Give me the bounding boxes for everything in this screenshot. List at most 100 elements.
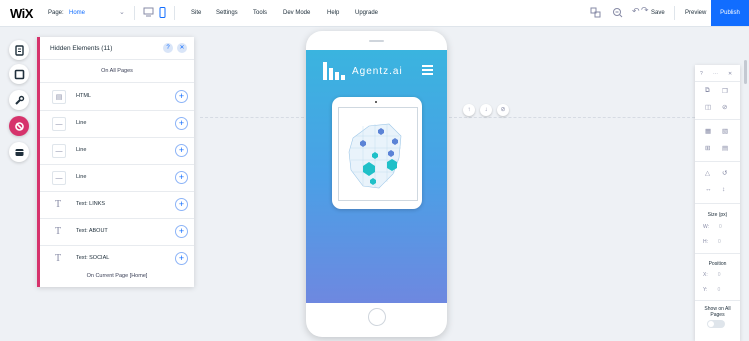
divider (695, 253, 740, 254)
save-button[interactable]: Save (651, 10, 665, 16)
brand-name[interactable]: Agentz.ai (352, 66, 403, 77)
tablet-image[interactable] (332, 97, 422, 209)
panel-header: Hidden Elements (11) ? ✕ (40, 37, 194, 60)
mobile-tools-button[interactable] (9, 142, 29, 162)
close-icon[interactable]: ✕ (177, 43, 187, 53)
hex-map-illustration (348, 123, 402, 189)
preview-button[interactable]: Preview (685, 10, 706, 16)
chevron-down-icon[interactable]: ⌄ (119, 8, 125, 16)
height-field[interactable]: H: 0 (703, 239, 721, 245)
show-item-button[interactable]: + (175, 171, 188, 184)
pages-icon (14, 44, 24, 56)
match-height-icon[interactable]: ↕ (722, 186, 725, 193)
hidden-elements-panel: Hidden Elements (11) ? ✕ On All Pages ▤ … (37, 37, 194, 287)
hide-icon[interactable]: ⊘ (497, 104, 509, 116)
x-value: 0 (717, 272, 721, 278)
move-down-icon[interactable]: ↓ (480, 104, 492, 116)
show-item-button[interactable]: + (175, 198, 188, 211)
position-label: Position (708, 261, 727, 267)
flip-icon[interactable]: △ (705, 169, 710, 177)
close-icon[interactable]: ✕ (728, 71, 732, 77)
y-label: Y: (703, 287, 708, 293)
copy-icon[interactable]: ⧉ (705, 87, 710, 95)
h-label: H: (703, 239, 708, 245)
wrench-icon (14, 95, 24, 105)
hidden-item-row[interactable]: T Text: LINKS + (40, 191, 194, 219)
hamburger-menu-icon[interactable] (422, 65, 433, 77)
hidden-item-row[interactable]: — Line + (40, 110, 194, 138)
inspector-panel: ? ⋯ ✕ ⧉ ❐ ◫ ⊘ ▦ ▧ ⊞ ▤ △ ↺ ↔ ↕ Size (px) … (695, 65, 740, 341)
y-field[interactable]: Y: 0 (703, 287, 720, 293)
hide-icon[interactable]: ⊘ (722, 103, 727, 111)
paste-icon[interactable]: ❐ (722, 87, 728, 95)
tablet-screen (338, 107, 418, 201)
distribute-icon[interactable]: ▤ (722, 144, 728, 152)
help-button[interactable]: ? (163, 43, 173, 53)
gridline (200, 117, 304, 119)
menu-help[interactable]: Help (327, 10, 339, 16)
divider (174, 6, 175, 20)
background-button[interactable] (9, 64, 29, 84)
menu-tools[interactable]: Tools (253, 10, 267, 16)
text-icon: T (52, 198, 64, 210)
page-selector[interactable]: Home (69, 10, 85, 16)
show-item-button[interactable]: + (175, 225, 188, 238)
duplicate-icon[interactable]: ◫ (705, 103, 711, 111)
undo-icon[interactable]: ↶ (632, 6, 640, 17)
menu-settings[interactable]: Settings (216, 10, 238, 16)
section-all-pages: On All Pages (40, 60, 194, 83)
desktop-icon[interactable] (143, 7, 154, 17)
publish-button[interactable]: Publish (711, 0, 749, 26)
w-label: W: (703, 224, 710, 230)
line-icon: — (52, 144, 66, 158)
help-icon[interactable]: ? (700, 71, 703, 77)
item-label: Text: ABOUT (76, 228, 108, 234)
redo-icon[interactable]: ↷ (641, 5, 649, 16)
move-up-icon[interactable]: ↑ (463, 104, 475, 116)
x-field[interactable]: X: 0 (703, 272, 721, 278)
phone-home-button (368, 308, 386, 326)
menu-dev-mode[interactable]: Dev Mode (283, 10, 310, 16)
mobile-icon[interactable] (159, 7, 166, 18)
scrollbar[interactable] (744, 60, 747, 84)
more-icon[interactable]: ⋯ (713, 71, 718, 77)
hidden-elements-button[interactable] (9, 116, 29, 136)
gridline (449, 117, 695, 119)
hidden-item-row[interactable]: T Text: ABOUT + (40, 218, 194, 246)
hidden-item-row[interactable]: ▤ HTML + (40, 83, 194, 111)
mobile-site-screen[interactable]: Agentz.ai (306, 50, 447, 303)
align-icon[interactable]: ⊞ (705, 144, 710, 152)
pages-button[interactable] (9, 40, 29, 60)
show-item-button[interactable]: + (175, 252, 188, 265)
square-icon (14, 69, 24, 79)
show-all-pages-toggle[interactable] (707, 320, 725, 328)
menu-site[interactable]: Site (191, 10, 201, 16)
show-all-pages-label: Show on All Pages (704, 306, 731, 318)
item-label: Text: LINKS (76, 201, 106, 207)
show-item-button[interactable]: + (175, 117, 188, 130)
hidden-item-row[interactable]: — Line + (40, 137, 194, 165)
show-item-button[interactable]: + (175, 144, 188, 157)
size-label: Size (px) (707, 212, 728, 218)
phone-speaker (369, 40, 384, 42)
show-item-button[interactable]: + (175, 90, 188, 103)
divider (695, 203, 740, 204)
y-value: 0 (717, 287, 721, 293)
menu-upgrade[interactable]: Upgrade (355, 10, 378, 16)
line-icon: — (52, 117, 66, 131)
hidden-item-row[interactable]: — Line + (40, 164, 194, 192)
width-field[interactable]: W: 0 (703, 224, 722, 230)
divider (695, 300, 740, 301)
wix-logo[interactable]: WiX (10, 6, 33, 21)
hidden-icon (14, 121, 24, 131)
zoom-icon[interactable] (612, 7, 623, 18)
brand-logo-icon[interactable] (323, 60, 347, 80)
arrange-icon[interactable]: ▦ (705, 127, 711, 135)
rotate-icon[interactable]: ↺ (722, 169, 727, 177)
match-width-icon[interactable]: ↔ (705, 186, 712, 193)
layers-icon[interactable] (590, 7, 602, 18)
divider (674, 6, 675, 20)
arrange-back-icon[interactable]: ▧ (722, 127, 728, 135)
page-label: Page: (48, 10, 64, 16)
tools-button[interactable] (9, 90, 29, 110)
